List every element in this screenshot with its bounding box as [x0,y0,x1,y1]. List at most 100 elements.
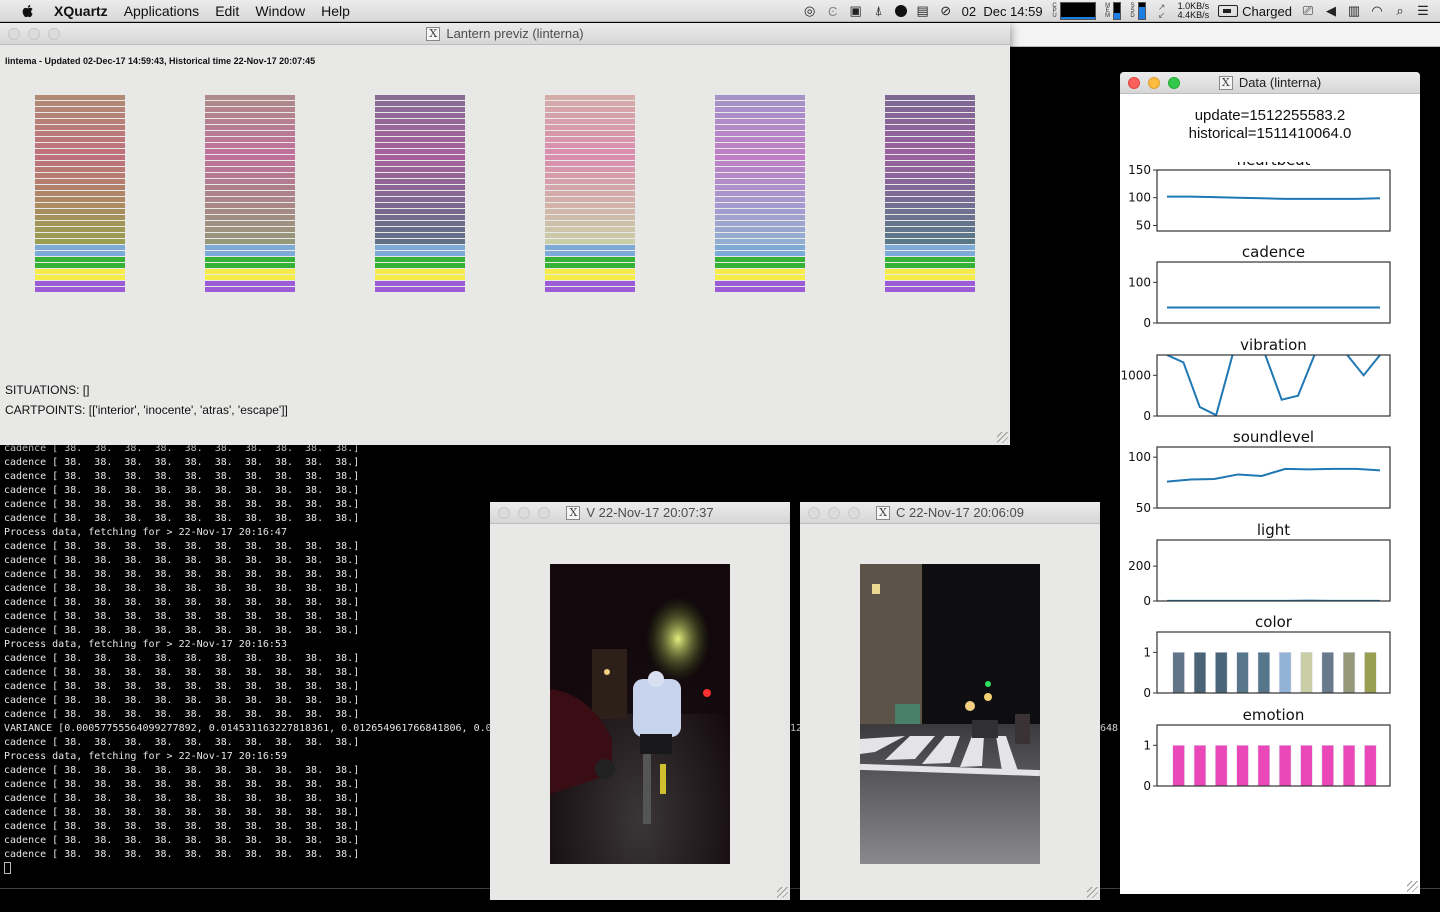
terminal-process-line: Process data, fetching for > 22-Nov-17 2… [4,526,492,540]
memory-icon[interactable]: ▥ [1347,3,1361,19]
lantern-stripe [375,131,465,136]
lantern-stripe [545,131,635,136]
lantern-stripe [375,167,465,172]
terminal-cadence-line: cadence [ 38. 38. 38. 38. 38. 38. 38. 38… [4,806,492,820]
chart-title: light [1257,521,1290,539]
chart-bar [1258,745,1270,786]
zoom-button[interactable] [1168,77,1180,89]
lantern-stripe [375,197,465,202]
cpu-label: C P U [1052,4,1058,19]
lantern-stripe [885,197,975,202]
zoom-button[interactable] [48,28,60,40]
lantern-band [885,263,975,268]
cloud-sync-icon[interactable]: Ͼ [826,3,840,19]
airplay-icon[interactable]: ⎚ [1301,3,1315,19]
lantern-stripe [545,113,635,118]
lantern-stripe [35,233,125,238]
apple-menu-icon[interactable] [20,3,36,19]
window-title: C 22-Nov-17 20:06:09 [896,505,1024,520]
minimize-button[interactable] [518,507,530,519]
terminal-cursor [4,862,11,874]
lantern-band [545,251,635,256]
lantern-stripe [545,155,635,160]
menu-window[interactable]: Window [255,3,305,19]
menu-app-xquartz[interactable]: XQuartz [54,3,108,19]
lantern-stripe [885,209,975,214]
data-window: X Data (linterna) update=1512255583.2 hi… [1120,72,1420,894]
lantern-stripe [205,113,295,118]
display-icon[interactable]: ▣ [849,3,863,19]
menu-edit[interactable]: Edit [215,3,239,19]
lantern-stripe [715,185,805,190]
minimize-button[interactable] [1148,77,1160,89]
lantern-stripe [375,227,465,232]
time-machine-icon[interactable]: ⊘ [939,3,953,19]
network-rates[interactable]: 1.0KB/s 4.4KB/s [1178,2,1210,20]
close-button[interactable] [1128,77,1140,89]
lantern-band [885,275,975,280]
menu-applications[interactable]: Applications [124,3,200,19]
notification-center-icon[interactable]: ☰ [1416,3,1430,19]
uploader-icon[interactable]: ⍋ [872,3,886,19]
lantern-stripe [35,161,125,166]
record-icon[interactable] [895,5,907,17]
y-tick-label: 0 [1143,316,1151,330]
chart-line-soundlevel [1167,469,1380,482]
y-tick-label: 200 [1128,559,1151,573]
lantern-band [885,287,975,292]
close-button[interactable] [498,507,510,519]
terminal-cadence-line: cadence [ 38. 38. 38. 38. 38. 38. 38. 38… [4,624,492,638]
previz-titlebar[interactable]: X Lantern previz (linterna) [0,23,1010,45]
lantern-stripe [205,233,295,238]
lantern-stripe [715,209,805,214]
lantern-band [375,269,465,274]
menu-bar: XQuartz Applications Edit Window Help ◎ … [0,0,1440,22]
minimize-button[interactable] [828,507,840,519]
lantern-stripe [885,107,975,112]
lantern-stripe [35,203,125,208]
window-controls [1128,77,1180,89]
zoom-button[interactable] [538,507,550,519]
chart-bar [1215,652,1227,693]
wifi-icon[interactable]: ◠ [1370,3,1384,19]
lantern-stripe [715,197,805,202]
terminal-cadence-line: cadence [ 38. 38. 38. 38. 38. 38. 38. 38… [4,680,492,694]
lantern-stripe [375,239,465,244]
close-button[interactable] [8,28,20,40]
lantern-stripe [35,95,125,100]
terminal-prompt[interactable] [4,862,492,876]
lantern-stripe [35,173,125,178]
data-window-titlebar[interactable]: X Data (linterna) [1120,72,1420,94]
terminal-cadence-line: cadence [ 38. 38. 38. 38. 38. 38. 38. 38… [4,568,492,582]
terminal-cadence-line: cadence [ 38. 38. 38. 38. 38. 38. 38. 38… [4,582,492,596]
camera-window-titlebar[interactable]: X C 22-Nov-17 20:06:09 [800,502,1100,524]
minimize-button[interactable] [28,28,40,40]
resize-grip[interactable] [777,887,788,898]
lantern-stripe [885,203,975,208]
terminal-cadence-line: cadence [ 38. 38. 38. 38. 38. 38. 38. 38… [4,540,492,554]
terminal-output: cadence [ 38. 38. 38. 38. 38. 38. 38. 38… [4,442,492,876]
lantern-stripe [205,119,295,124]
close-button[interactable] [808,507,820,519]
document-icon[interactable]: ▤ [916,3,930,19]
zoom-button[interactable] [848,507,860,519]
net-down-rate: 4.4KB/s [1178,11,1210,20]
ssd-meter[interactable]: S S D [1130,2,1146,20]
y-tick-label: 50 [1136,501,1151,515]
resize-grip[interactable] [1407,881,1418,892]
memory-meter[interactable]: M E M [1105,2,1121,20]
clock[interactable]: 02 Dec 14:59 [962,4,1043,19]
lantern-stripe [205,107,295,112]
battery-status[interactable]: Charged [1218,4,1292,19]
video-window-titlebar[interactable]: X V 22-Nov-17 20:07:37 [490,502,790,524]
spotlight-icon[interactable]: ⌕ [1393,3,1407,19]
cpu-meter[interactable]: C P U [1052,2,1096,20]
resize-grip[interactable] [997,432,1008,443]
menu-help[interactable]: Help [321,3,350,19]
lantern-stripe [885,95,975,100]
resize-grip[interactable] [1087,887,1098,898]
chart-bar [1215,745,1227,786]
creative-cloud-icon[interactable]: ◎ [803,3,817,19]
y-tick-label: 1000 [1120,368,1151,382]
volume-icon[interactable]: ◀ [1324,3,1338,19]
